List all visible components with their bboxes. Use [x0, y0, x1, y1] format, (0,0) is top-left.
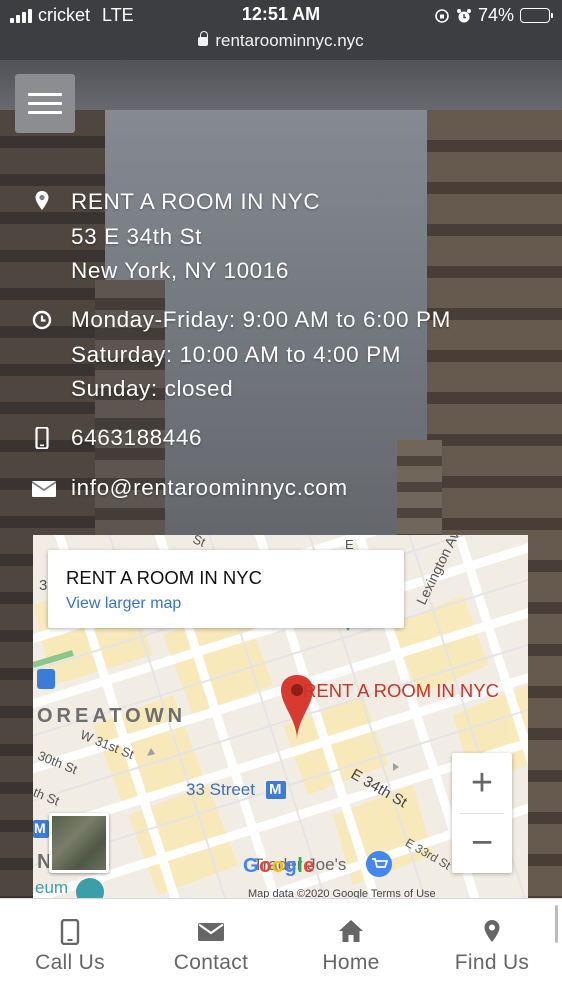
- nav-home[interactable]: Home: [281, 899, 421, 1000]
- hamburger-menu-button[interactable]: [15, 74, 75, 133]
- nav-call-us[interactable]: Call Us: [0, 899, 140, 1000]
- hours-sunday: Sunday: closed: [71, 376, 234, 401]
- alarm-icon: [456, 8, 471, 22]
- menu-bar: [28, 102, 62, 105]
- shopping-cart-icon: [366, 851, 392, 877]
- nav-find-us[interactable]: Find Us: [422, 899, 562, 1000]
- address-bar[interactable]: rentaroominnyc.nyc: [0, 31, 562, 51]
- phone-icon: [60, 919, 80, 945]
- hours-weekday: Monday-Friday: 9:00 AM to 6:00 PM: [71, 307, 451, 332]
- map-label-station-badge: M: [269, 781, 282, 798]
- embedded-map[interactable]: Lexington Ave OREATOWN W 31st St 30th St…: [33, 535, 528, 900]
- bottom-navigation: Call Us Contact Home Find Us: [0, 898, 562, 1000]
- address-line-2: New York, NY 10016: [71, 258, 290, 283]
- home-icon: [339, 920, 363, 942]
- map-label-museum: eum: [35, 878, 69, 897]
- hours-saturday: Saturday: 10:00 AM to 4:00 PM: [71, 341, 402, 367]
- envelope-icon: [32, 481, 56, 497]
- map-label-left-edge-3: 3: [39, 577, 48, 594]
- map-card-title: RENT A ROOM IN NYC: [66, 567, 262, 588]
- lock-icon: [198, 31, 209, 46]
- map-zoom-controls: + −: [452, 753, 512, 873]
- map-pin-icon: [484, 920, 500, 942]
- location-pin-icon: [35, 191, 49, 210]
- battery-icon: [520, 8, 553, 23]
- map-info-card: RENT A ROOM IN NYC View larger map: [48, 550, 404, 628]
- nav-label: Contact: [173, 951, 249, 974]
- status-bar: cricket LTE 12:51 AM rentaroominnyc.nyc …: [0, 0, 562, 60]
- menu-bar: [28, 93, 62, 96]
- address-line-1: 53 E 34th St: [71, 223, 203, 249]
- battery-percent: 74%: [477, 5, 514, 25]
- google-logo: Google: [243, 855, 315, 877]
- nav-label: Call Us: [35, 951, 105, 974]
- url-text: rentaroominnyc.nyc: [215, 31, 364, 50]
- view-larger-map-link[interactable]: View larger map: [66, 595, 181, 613]
- menu-bar: [28, 111, 62, 114]
- business-name: RENT A ROOM IN NYC: [71, 189, 321, 214]
- email-address[interactable]: info@rentaroominnyc.com: [71, 471, 348, 506]
- satellite-view-toggle[interactable]: [49, 813, 109, 873]
- orientation-lock-icon: [435, 8, 449, 23]
- nav-label: Home: [322, 951, 380, 974]
- hero-section: RENT A ROOM IN NYC 53 E 34th St New York…: [0, 60, 562, 900]
- mobile-phone-icon: [35, 427, 49, 449]
- bus-stop-icon: [37, 669, 55, 689]
- zoom-out-button[interactable]: −: [452, 813, 512, 873]
- scroll-indicator: [555, 905, 558, 943]
- clock-icon: [32, 310, 52, 330]
- map-label-station: 33 Street: [186, 780, 255, 799]
- nav-contact[interactable]: Contact: [141, 899, 281, 1000]
- map-label-koreatown: OREATOWN: [37, 705, 187, 727]
- map-marker-label[interactable]: RENT A ROOM IN NYC: [303, 680, 499, 702]
- envelope-icon: [198, 923, 224, 941]
- phone-number[interactable]: 6463188446: [71, 421, 202, 456]
- zoom-in-button[interactable]: +: [452, 753, 512, 813]
- nav-label: Find Us: [454, 951, 530, 974]
- status-right: 74%: [434, 5, 553, 26]
- map-label-edge-badge: M: [34, 820, 46, 836]
